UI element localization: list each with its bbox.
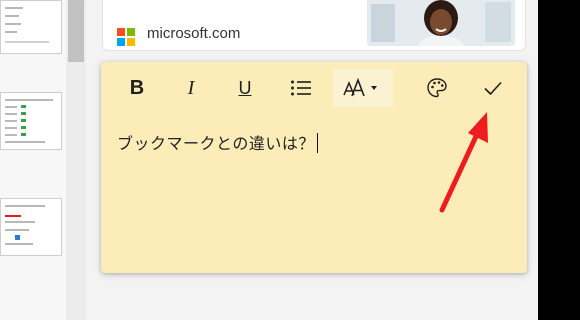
- bullet-list-icon: [291, 80, 311, 96]
- underline-button[interactable]: U: [225, 69, 265, 107]
- palette-icon: [427, 78, 447, 98]
- note-text: ブックマークとの違いは？: [117, 134, 315, 153]
- page-thumbnail[interactable]: [0, 198, 62, 256]
- done-button[interactable]: [473, 69, 513, 107]
- italic-button[interactable]: I: [171, 69, 211, 107]
- page-thumbnail[interactable]: [0, 0, 62, 54]
- color-palette-button[interactable]: [417, 69, 457, 107]
- formatting-toolbar: B I U: [101, 62, 527, 112]
- site-name: microsoft.com: [147, 25, 241, 42]
- checkmark-icon: [484, 81, 502, 96]
- scrollbar-thumb[interactable]: [68, 0, 84, 62]
- chevron-down-icon: [371, 86, 377, 90]
- font-size-button[interactable]: [333, 69, 393, 107]
- page-thumbnail[interactable]: [0, 92, 62, 150]
- bullet-list-button[interactable]: [281, 69, 321, 107]
- window-edge: [538, 0, 580, 320]
- site-card[interactable]: microsoft.com: [102, 0, 526, 51]
- note-text-area[interactable]: ブックマークとの違いは？: [117, 130, 318, 154]
- site-thumbnail-image: [367, 0, 515, 46]
- bold-button[interactable]: B: [117, 69, 157, 107]
- annotation-arrow: [439, 112, 488, 213]
- font-size-icon: [343, 77, 377, 97]
- scrollbar[interactable]: [66, 0, 86, 320]
- thumbnail-panel: [0, 0, 67, 320]
- text-cursor: [316, 133, 318, 153]
- microsoft-logo-icon: [117, 28, 135, 46]
